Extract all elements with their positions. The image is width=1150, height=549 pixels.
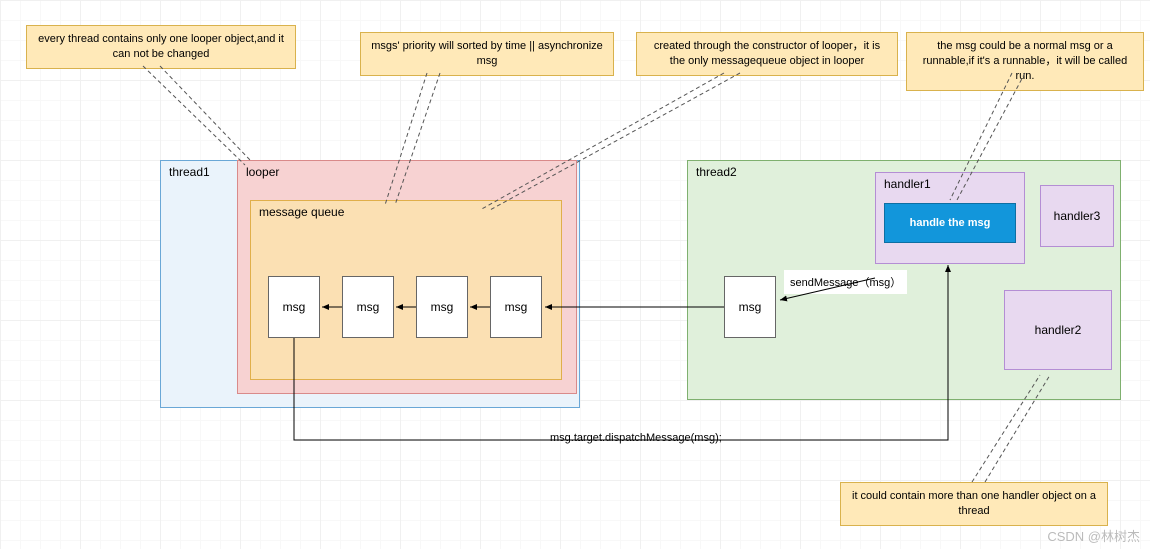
note-thread-looper: every thread contains only one looper ob… (26, 25, 296, 69)
send-message-label: sendMessage（msg） (784, 270, 907, 294)
looper-label: looper (246, 165, 279, 179)
msg-box: msg (416, 276, 468, 338)
note-multiple-handlers: it could contain more than one handler o… (840, 482, 1108, 526)
msg-label: msg (357, 300, 380, 314)
msg-label: msg (505, 300, 528, 314)
handler3-label: handler3 (1054, 209, 1101, 223)
note-msg-priority: msgs' priority will sorted by time || as… (360, 32, 614, 76)
note-mq-constructor: created through the constructor of loope… (636, 32, 898, 76)
dispatch-message-label: msg.target.dispatchMessage(msg); (550, 432, 722, 444)
msg-label: msg (431, 300, 454, 314)
msg-box: msg (724, 276, 776, 338)
handler2-box: handler2 (1004, 290, 1112, 370)
note-msg-runnable: the msg could be a normal msg or a runna… (906, 32, 1144, 91)
thread1-label: thread1 (169, 165, 210, 179)
msg-label: msg (283, 300, 306, 314)
message-queue-label: message queue (259, 205, 344, 219)
handler1-label: handler1 (884, 177, 931, 191)
thread2-label: thread2 (696, 165, 737, 179)
msg-label: msg (739, 300, 762, 314)
msg-box: msg (342, 276, 394, 338)
handle-msg-button[interactable]: handle the msg (884, 203, 1016, 243)
msg-box: msg (268, 276, 320, 338)
handler3-box: handler3 (1040, 185, 1114, 247)
watermark: CSDN @林树杰 (1047, 526, 1140, 545)
handler2-label: handler2 (1035, 323, 1082, 337)
msg-box: msg (490, 276, 542, 338)
